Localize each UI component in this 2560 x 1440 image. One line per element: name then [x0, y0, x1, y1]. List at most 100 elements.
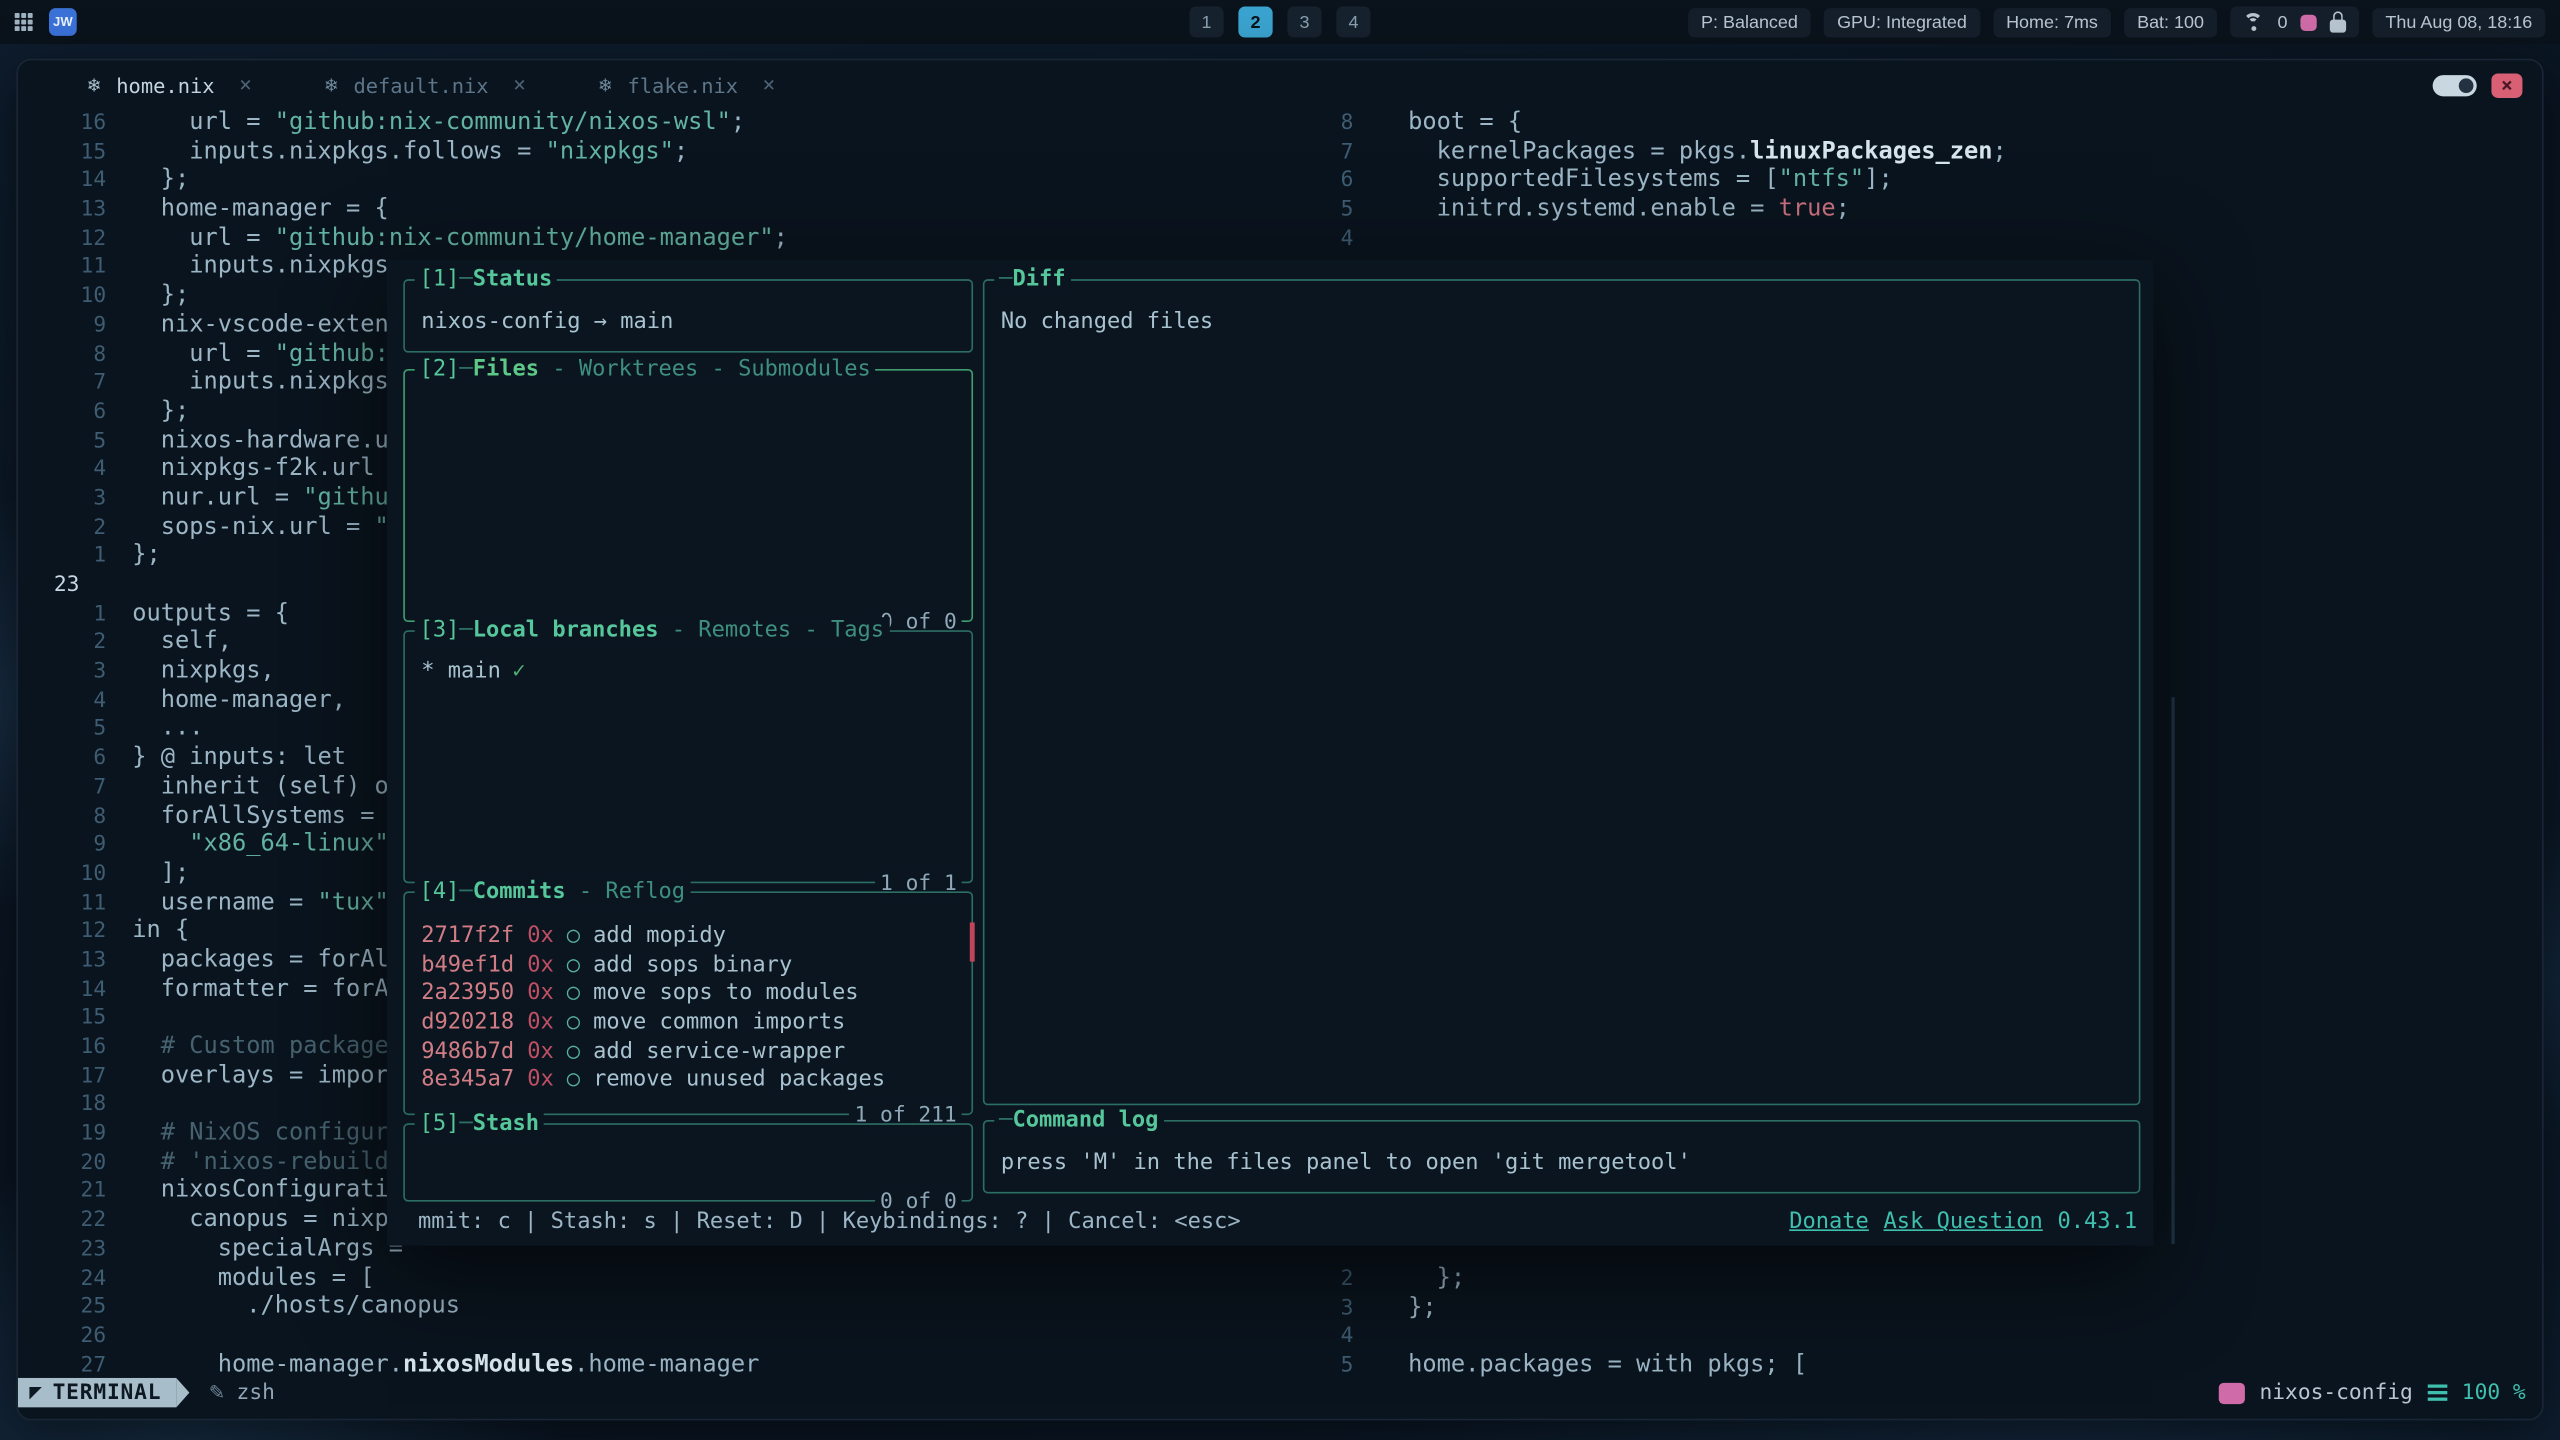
scrollbar[interactable]: [2171, 697, 2174, 1244]
workspace-button-4[interactable]: 4: [1336, 7, 1370, 38]
code-line[interactable]: 15 inputs.nixpkgs.follows = "nixpkgs";: [18, 138, 788, 167]
lazygit-links: Donate Ask Question 0.43.1: [1789, 1208, 2137, 1234]
code-line[interactable]: 25 ./hosts/canopus: [18, 1293, 788, 1322]
workspace-button-1[interactable]: 1: [1189, 7, 1223, 38]
line-number: 6: [18, 398, 106, 427]
panel-title: [2]─Files - Worktrees - Submodules: [415, 356, 876, 384]
code-text: in {: [132, 918, 189, 947]
commit-msg: move common imports: [593, 1009, 845, 1038]
ask-question-link[interactable]: Ask Question: [1884, 1208, 2043, 1234]
commit-hash: 9486b7d: [421, 1038, 514, 1067]
commit-node: ○: [567, 922, 580, 951]
lazygit-command-log-panel[interactable]: ─Command log press 'M' in the files pane…: [983, 1120, 2141, 1193]
code-text: overlays = import: [132, 1062, 403, 1091]
line-number: 13: [18, 196, 106, 225]
line-number: 4: [1275, 1323, 1353, 1352]
code-text: initrd.systemd.enable = true;: [1380, 196, 1850, 225]
notification-count[interactable]: 0: [2277, 12, 2287, 32]
workspace-switcher: 1234: [1189, 7, 1370, 38]
commits-scrollbar[interactable]: [970, 922, 975, 961]
shell-tab[interactable]: ✎ zsh: [209, 1380, 275, 1404]
lazygit-commits-panel[interactable]: [4]─Commits - Reflog 2717f2f0x○add mopid…: [403, 891, 973, 1115]
desktop: JW 1234 P: BalancedGPU: IntegratedHome: …: [0, 0, 2560, 1440]
wifi-icon[interactable]: [2243, 13, 2264, 31]
code-text: packages = forAll: [132, 947, 403, 976]
line-number: 12: [18, 918, 106, 947]
panel-title: ─Diff: [994, 266, 1070, 294]
commit-author: 0x: [527, 922, 554, 951]
code-line[interactable]: 12 url = "github:nix-community/home-mana…: [18, 225, 788, 254]
code-line[interactable]: 5 initrd.systemd.enable = true;: [1275, 196, 2007, 225]
code-text: forAllSystems = n: [132, 802, 403, 831]
commit-hash: 2a23950: [421, 980, 514, 1009]
line-number: 2: [18, 514, 106, 543]
line-number: 11: [18, 254, 106, 283]
code-line[interactable]: 4: [1275, 225, 2007, 254]
line-number: 3: [18, 658, 106, 687]
code-text: url = "github:n: [132, 340, 403, 369]
app-launcher-icon[interactable]: [15, 13, 33, 31]
line-number: 19: [18, 1120, 106, 1149]
commit-author: 0x: [527, 951, 554, 980]
workspace-button-2[interactable]: 2: [1238, 7, 1272, 38]
line-number: 2: [18, 629, 106, 658]
line-number: 18: [18, 1091, 106, 1120]
diff-content: No changed files: [984, 281, 2138, 335]
code-line[interactable]: 2 };: [1275, 1265, 1807, 1294]
commit-hash: d920218: [421, 1009, 514, 1038]
commit-row[interactable]: d9202180x○move common imports: [405, 1009, 972, 1038]
line-number: 1: [18, 543, 106, 572]
code-text: sops-nix.url = "g: [132, 514, 403, 543]
commit-row[interactable]: b49ef1d0x○add sops binary: [405, 951, 972, 980]
commit-row[interactable]: 8e345a70x○remove unused packages: [405, 1067, 972, 1096]
commit-msg: add mopidy: [593, 922, 726, 951]
workspace-button-3[interactable]: 3: [1287, 7, 1321, 38]
version-label: 0.43.1: [2057, 1208, 2137, 1234]
code-text: supportedFilesystems = ["ntfs"];: [1380, 167, 1893, 196]
mode-label: TERMINAL: [53, 1380, 162, 1404]
lazygit-diff-panel[interactable]: ─Diff No changed files: [983, 279, 2141, 1105]
code-line[interactable]: 3 };: [1275, 1294, 1807, 1323]
code-line[interactable]: 16 url = "github:nix-community/nixos-wsl…: [18, 109, 788, 138]
lazygit-files-panel[interactable]: [2]─Files - Worktrees - Submodules 0 of …: [403, 369, 973, 622]
status-chip: GPU: Integrated: [1824, 7, 1980, 36]
line-number: 23: [18, 571, 106, 600]
line-number: 5: [1275, 1352, 1353, 1381]
code-line[interactable]: 7 kernelPackages = pkgs.linuxPackages_ze…: [1275, 138, 2007, 167]
panel-title: [1]─Status: [415, 266, 558, 294]
commit-row[interactable]: 9486b7d0x○add service-wrapper: [405, 1038, 972, 1067]
code-line[interactable]: 4: [1275, 1323, 1807, 1352]
code-text: nixosConfiguratio: [132, 1178, 403, 1207]
status-chip: P: Balanced: [1688, 7, 1811, 36]
code-text: ./hosts/canopus: [132, 1293, 460, 1322]
code-line[interactable]: 5 home.packages = with pkgs; [: [1275, 1352, 1807, 1381]
line-number: 22: [18, 1207, 106, 1236]
code-text: canopus = nixpk: [132, 1207, 403, 1236]
shell-label: zsh: [237, 1380, 275, 1404]
commit-node: ○: [567, 980, 580, 1009]
lazygit-status-panel[interactable]: [1]─Status nixos-config → main: [403, 279, 973, 352]
lazygit-stash-panel[interactable]: [5]─Stash 0 of 0: [403, 1123, 973, 1201]
commit-row[interactable]: 2717f2f0x○add mopidy: [405, 922, 972, 951]
panel-title: [5]─Stash: [415, 1110, 544, 1138]
line-number: 10: [18, 283, 106, 312]
code-line[interactable]: 8 boot = {: [1275, 109, 2007, 138]
terminal-statusbar: ◤ TERMINAL ✎ zsh nixos-config 100 %: [18, 1378, 2542, 1407]
code-text: specialArgs =: [132, 1236, 403, 1265]
lazygit-branches-panel[interactable]: [3]─Local branches - Remotes - Tags * ma…: [403, 630, 973, 883]
code-line[interactable]: 13 home-manager = {: [18, 196, 788, 225]
donate-link[interactable]: Donate: [1789, 1208, 1869, 1234]
code-text: # NixOS configura: [132, 1120, 403, 1149]
terminal-window: ❄home.nix×❄default.nix×❄flake.nix× × 16 …: [16, 59, 2543, 1421]
commit-row[interactable]: 2a239500x○move sops to modules: [405, 980, 972, 1009]
code-line[interactable]: 6 supportedFilesystems = ["ntfs"];: [1275, 167, 2007, 196]
code-line[interactable]: 14 };: [18, 167, 788, 196]
code-line[interactable]: 26: [18, 1322, 788, 1351]
commit-hash: 8e345a7: [421, 1067, 514, 1096]
code-line[interactable]: 27 home-manager.nixosModules.home-manage…: [18, 1351, 788, 1380]
user-badge[interactable]: JW: [49, 8, 77, 36]
code-line[interactable]: 24 modules = [: [18, 1264, 788, 1293]
code-text: kernelPackages = pkgs.linuxPackages_zen;: [1380, 138, 2007, 167]
code-text: "x86_64-linux": [132, 831, 389, 860]
code-text: inputs.nixpkgs.: [132, 369, 403, 398]
